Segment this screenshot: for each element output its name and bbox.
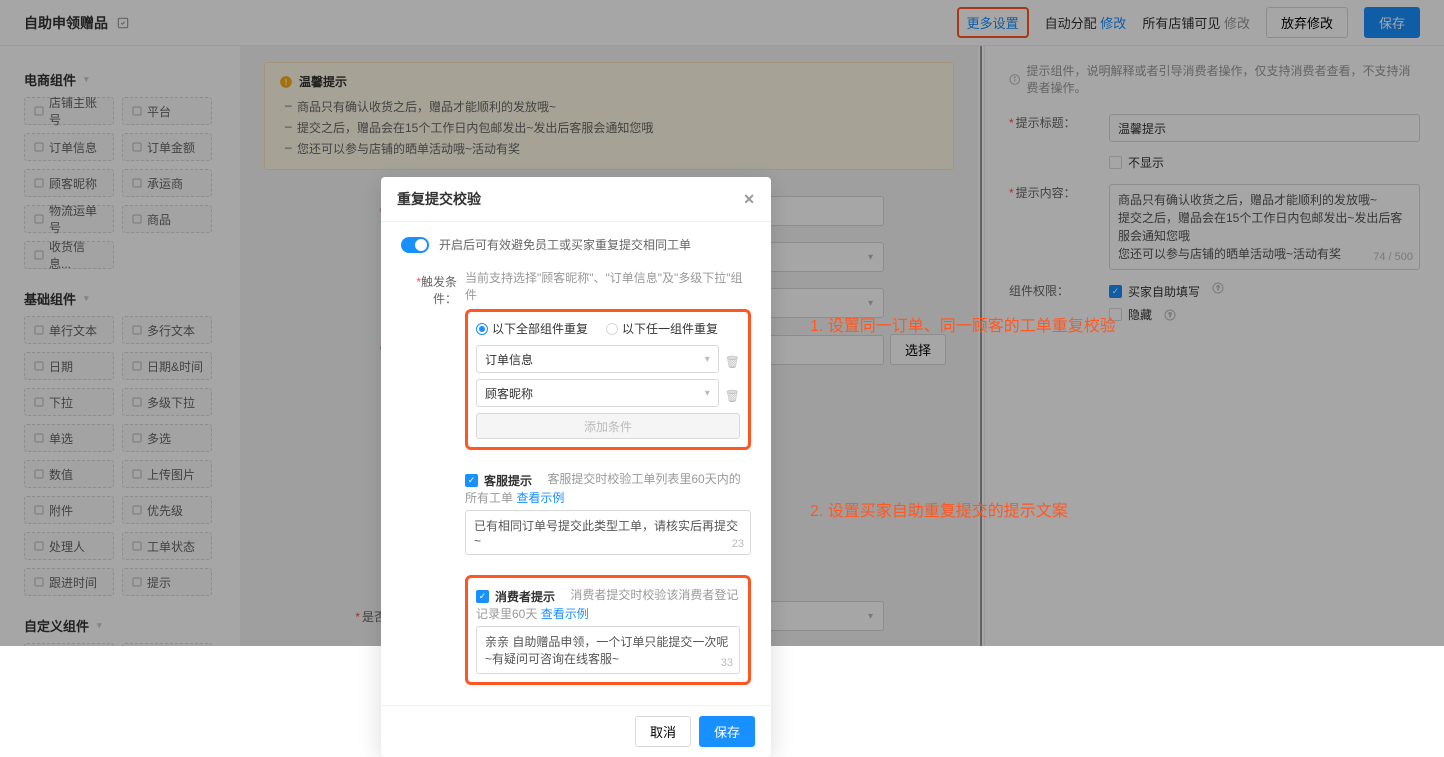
modal-cancel-button[interactable]: 取消 <box>635 716 691 747</box>
trash-icon[interactable]: 🗑 <box>725 389 740 403</box>
view-example-link[interactable]: 查看示例 <box>541 607 589 621</box>
enable-switch[interactable] <box>401 237 429 253</box>
close-icon[interactable]: ✕ <box>743 191 755 208</box>
modal-save-button[interactable]: 保存 <box>699 716 755 747</box>
radio-all[interactable]: 以下全部组件重复 <box>476 320 588 337</box>
view-example-link[interactable]: 查看示例 <box>516 491 564 505</box>
modal-title: 重复提交校验 <box>397 189 481 209</box>
consumer-tip-highlight: ✓消费者提示 消费者提交时校验该消费者登记记录里60天 查看示例 亲亲 自助赠品… <box>465 575 751 685</box>
annotation-1: 1. 设置同一订单、同一顾客的工单重复校验 <box>810 312 1116 336</box>
trigger-conditions-highlight: 以下全部组件重复 以下任一组件重复 订单信息▾ 🗑 顾客昵称▾ 🗑 添加条件 <box>465 309 751 450</box>
consumer-tip-textarea[interactable]: 亲亲 自助赠品申领，一个订单只能提交一次呢~有疑问可咨询在线客服~33 <box>476 626 740 674</box>
condition-select-2[interactable]: 顾客昵称▾ <box>476 379 719 407</box>
cs-tip-textarea[interactable]: 已有相同订单号提交此类型工单，请核实后再提交~23 <box>465 510 751 555</box>
trash-icon[interactable]: 🗑 <box>725 355 740 369</box>
add-condition-button[interactable]: 添加条件 <box>476 413 740 439</box>
condition-select-1[interactable]: 订单信息▾ <box>476 345 719 373</box>
duplicate-check-modal: 重复提交校验✕ 开启后可有效避免员工或买家重复提交相同工单 *触发条件： 当前支… <box>381 177 771 757</box>
cs-tip-checkbox[interactable]: ✓客服提示 <box>465 472 532 489</box>
annotation-2: 2. 设置买家自助重复提交的提示文案 <box>810 497 1068 521</box>
consumer-tip-checkbox[interactable]: ✓消费者提示 <box>476 588 555 605</box>
radio-any[interactable]: 以下任一组件重复 <box>606 320 718 337</box>
